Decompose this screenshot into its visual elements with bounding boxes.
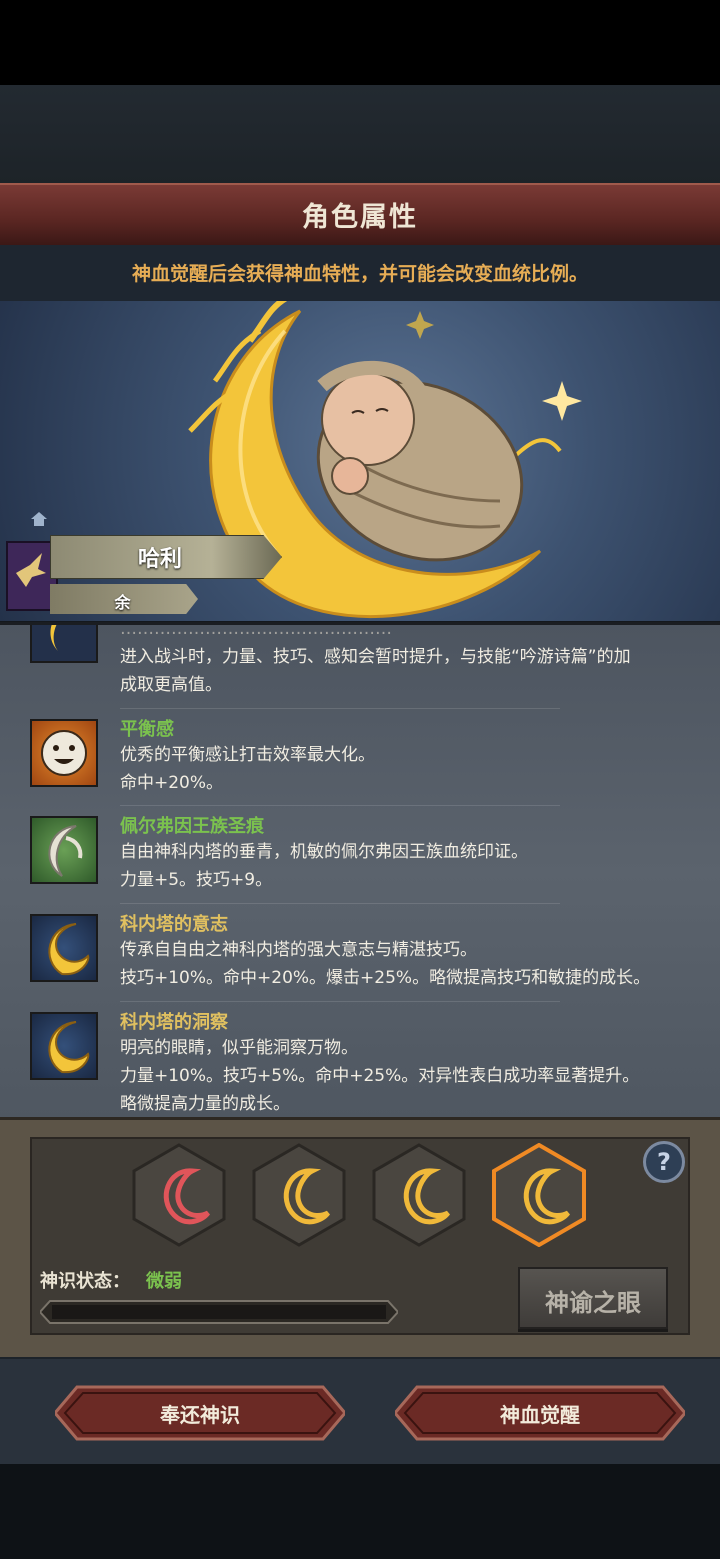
smiley-face-icon — [30, 719, 98, 787]
red-crescent-icon[interactable] — [132, 1143, 226, 1247]
golden-crescent-icon — [30, 914, 98, 982]
house-icon — [31, 512, 47, 526]
background-strip — [0, 85, 720, 185]
help-button[interactable]: ? — [643, 1141, 685, 1183]
gold-crescent-selected-icon[interactable] — [492, 1143, 586, 1247]
character-subtitle: 余 — [114, 593, 131, 612]
character-name: 哈利 — [137, 547, 182, 572]
notice-bar: 神血觉醒后会获得神血特性，并可能会改变血统比例。 — [0, 245, 720, 301]
trait-desc-line: 自由神科内塔的垂青，机敏的佩尔弗因王族血统印证。 — [120, 842, 528, 862]
trait-name: 科内塔的意志 — [120, 914, 228, 935]
crescent-icon — [30, 625, 98, 663]
gold-crescent-icon[interactable] — [252, 1143, 346, 1247]
trait-name: 平衡感 — [120, 719, 174, 740]
white-crescent-icon — [30, 816, 98, 884]
trait-desc-line: 成取更高值。 — [120, 675, 222, 695]
return-divine-label[interactable]: 奉还神识 — [100, 1399, 300, 1428]
golden-crescent-icon — [30, 1012, 98, 1080]
divider — [120, 1001, 560, 1002]
trait-desc-line: 命中+20%。 — [120, 773, 224, 793]
divine-progress-bar — [40, 1300, 398, 1324]
trait-desc-line: 优秀的平衡感让打击效率最大化。 — [120, 745, 375, 765]
traits-list[interactable]: ………………………………………… 进入战斗时，力量、技巧、感知会暂时提升，与技能… — [0, 622, 720, 1120]
title-bar: 角色属性 — [0, 183, 720, 247]
notice-text: 神血觉醒后会获得神血特性，并可能会改变血统比例。 — [131, 263, 588, 285]
trait-desc-line: 进入战斗时，力量、技巧、感知会暂时提升，与技能“吟游诗篇”的加 — [120, 647, 631, 667]
awaken-label[interactable]: 神血觉醒 — [440, 1399, 640, 1428]
divider — [120, 805, 560, 806]
oracle-eye-label[interactable]: 神谕之眼 — [518, 1283, 668, 1318]
bird-emblem-icon — [16, 553, 46, 587]
bottom-area — [0, 1464, 720, 1559]
trait-desc-line: 力量+5。技巧+9。 — [120, 870, 273, 890]
trait-desc-line: ………………………………………… — [120, 622, 392, 639]
trait-desc-line: 传承自自由之神科内塔的强大意志与精湛技巧。 — [120, 940, 477, 960]
gold-crescent-icon[interactable] — [372, 1143, 466, 1247]
trait-desc-line: 明亮的眼睛，似乎能洞察万物。 — [120, 1038, 358, 1058]
divider — [120, 708, 560, 709]
trait-desc-line: 略微提高力量的成长。 — [120, 1094, 290, 1114]
divine-status-label: 神识状态： — [40, 1271, 130, 1292]
page-title: 角色属性 — [302, 202, 418, 233]
trait-desc-line: 力量+10%。技巧+5%。命中+25%。对异性表白成功率显著提升。 — [120, 1066, 640, 1086]
status-bar-area — [0, 0, 720, 85]
trait-desc-line: 技巧+10%。命中+20%。爆击+25%。略微提高技巧和敏捷的成长。 — [120, 968, 651, 988]
trait-name: 科内塔的洞察 — [120, 1012, 228, 1033]
trait-name: 佩尔弗因王族圣痕 — [120, 816, 264, 837]
divider — [120, 903, 560, 904]
divine-status-value: 微弱 — [146, 1271, 182, 1292]
